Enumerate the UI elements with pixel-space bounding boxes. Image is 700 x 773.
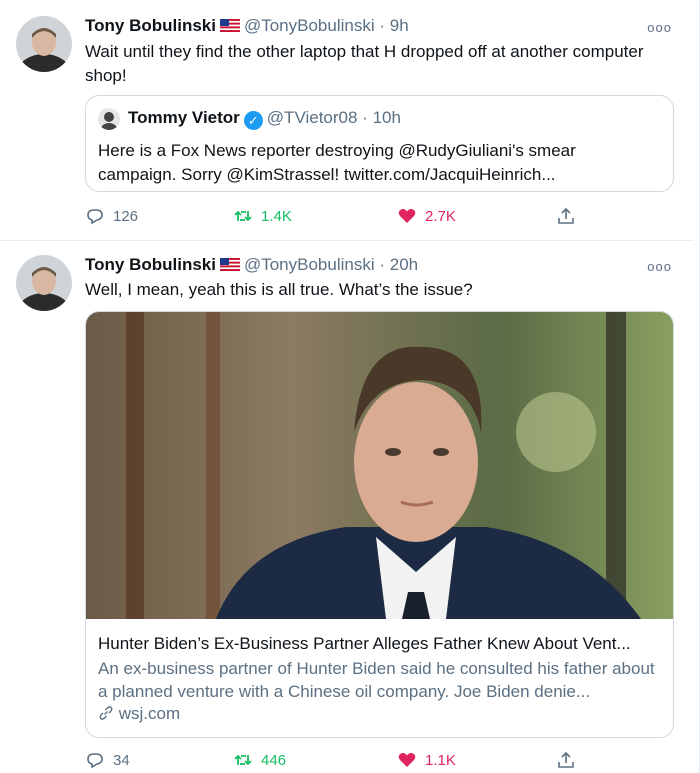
- card-domain: wsj.com: [98, 704, 180, 724]
- like-icon: [398, 209, 416, 223]
- share-button[interactable]: [556, 206, 576, 226]
- retweet-count: 446: [261, 751, 287, 769]
- author-name[interactable]: Tony Bobulinski: [85, 16, 216, 35]
- share-icon: [558, 207, 574, 224]
- like-count: 2.7K: [425, 207, 456, 225]
- more-icon[interactable]: ooo: [647, 259, 672, 274]
- reply-button[interactable]: 34: [85, 750, 130, 770]
- reply-icon: [87, 753, 103, 769]
- more-icon[interactable]: ooo: [647, 20, 672, 35]
- quoted-avatar: [98, 108, 120, 130]
- avatar[interactable]: [16, 16, 72, 72]
- tweet[interactable]: Tony Bobulinski @TonyBobulinski · 9h ooo …: [0, 0, 694, 241]
- author-handle[interactable]: @TonyBobulinski: [244, 255, 375, 274]
- share-icon: [558, 751, 574, 768]
- reply-count: 34: [113, 751, 130, 769]
- retweet-icon: [234, 210, 252, 222]
- verified-icon: ✓: [243, 111, 263, 130]
- reply-button[interactable]: 126: [85, 206, 138, 226]
- author-name[interactable]: Tony Bobulinski: [85, 255, 216, 274]
- like-icon: [398, 753, 416, 767]
- author-handle[interactable]: @TonyBobulinski: [244, 16, 375, 35]
- tweet-text: Wait until they find the other laptop th…: [85, 42, 644, 85]
- card-domain-text: wsj.com: [118, 704, 181, 723]
- quoted-author-handle: @TVietor08: [266, 108, 358, 127]
- tweet-header: Tony Bobulinski @TonyBobulinski · 9h: [85, 16, 409, 36]
- card-image: [86, 312, 673, 619]
- share-button[interactable]: [556, 750, 576, 770]
- tweet-time[interactable]: · 20h: [379, 255, 418, 274]
- like-button[interactable]: 2.7K: [397, 206, 456, 226]
- link-card[interactable]: Hunter Biden’s Ex-Business Partner Alleg…: [85, 311, 674, 738]
- retweet-count: 1.4K: [261, 207, 292, 225]
- retweet-button[interactable]: 446: [233, 750, 286, 770]
- quoted-header: Tommy Vietor ✓ @TVietor08 · 10h: [128, 108, 401, 130]
- quoted-tweet[interactable]: Tommy Vietor ✓ @TVietor08 · 10h Here is a …: [85, 95, 674, 192]
- reply-icon: [87, 209, 103, 225]
- card-title: Hunter Biden’s Ex-Business Partner Alleg…: [98, 634, 631, 653]
- quoted-author-name: Tommy Vietor: [128, 108, 240, 127]
- tweet-header: Tony Bobulinski @TonyBobulinski · 20h: [85, 255, 418, 275]
- tweet-actions: 34 446 1.1K: [85, 750, 605, 772]
- avatar[interactable]: [16, 255, 72, 311]
- link-icon: [99, 706, 113, 720]
- us-flag-icon: [219, 258, 240, 271]
- tweet-actions: 126 1.4K 2.7K: [85, 206, 605, 228]
- like-button[interactable]: 1.1K: [397, 750, 456, 770]
- us-flag-icon: [219, 19, 240, 32]
- tweet[interactable]: Tony Bobulinski @TonyBobulinski · 20h ooo…: [0, 241, 694, 773]
- retweet-icon: [234, 754, 252, 766]
- card-description: An ex-business partner of Hunter Biden s…: [98, 659, 655, 701]
- tweet-time[interactable]: · 9h: [379, 16, 408, 35]
- quoted-text: Here is a Fox News reporter destroying @…: [98, 141, 576, 184]
- like-count: 1.1K: [425, 751, 456, 769]
- retweet-button[interactable]: 1.4K: [233, 206, 292, 226]
- quoted-time: · 10h: [362, 108, 401, 127]
- reply-count: 126: [113, 207, 139, 225]
- tweet-text: Well, I mean, yeah this is all true. Wha…: [85, 280, 473, 299]
